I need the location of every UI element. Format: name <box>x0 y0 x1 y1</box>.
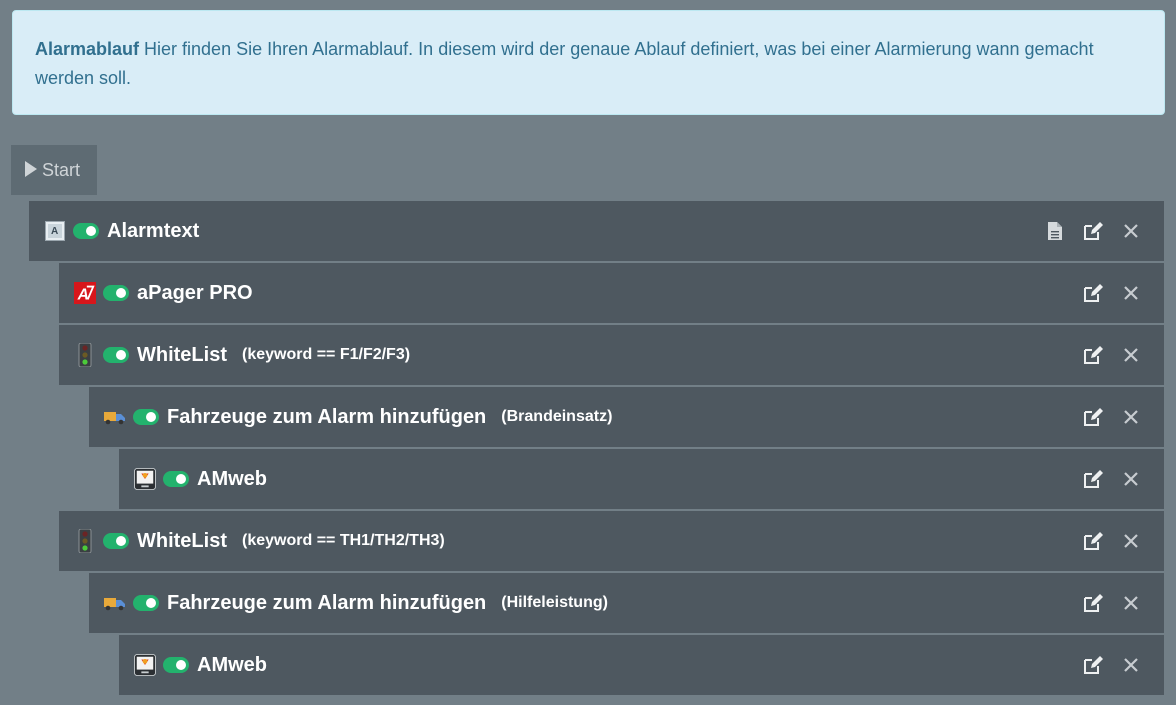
flow-row-apager[interactable]: A aPager PRO <box>59 263 1164 323</box>
enabled-toggle[interactable] <box>163 657 189 673</box>
document-icon[interactable] <box>1044 220 1066 242</box>
start-label: Start <box>42 160 81 180</box>
edit-icon[interactable] <box>1082 282 1104 304</box>
close-icon[interactable] <box>1120 592 1142 614</box>
close-icon[interactable] <box>1120 530 1142 552</box>
traffic-light-icon <box>74 529 96 553</box>
row-title: AMweb <box>197 653 267 676</box>
flow-row-vehicles[interactable]: Fahrzeuge zum Alarm hinzufügen (Hilfelei… <box>89 573 1164 633</box>
row-title: WhiteList <box>137 343 227 366</box>
flow-row-amweb[interactable]: AMweb <box>119 449 1164 509</box>
traffic-light-icon <box>74 343 96 367</box>
row-condition: (Hilfeleistung) <box>501 594 608 611</box>
row-title: Fahrzeuge zum Alarm hinzufügen <box>167 405 487 428</box>
enabled-toggle[interactable] <box>163 471 189 487</box>
row-condition: (keyword == F1/F2/F3) <box>242 346 411 363</box>
close-icon[interactable] <box>1120 344 1142 366</box>
close-icon[interactable] <box>1120 654 1142 676</box>
truck-icon <box>104 592 126 614</box>
enabled-toggle[interactable] <box>103 347 129 363</box>
row-title: aPager PRO <box>137 281 253 304</box>
info-alert: Alarmablauf Hier finden Sie Ihren Alarma… <box>12 10 1165 115</box>
row-title: AMweb <box>197 467 267 490</box>
close-icon[interactable] <box>1120 468 1142 490</box>
flow-row-vehicles[interactable]: Fahrzeuge zum Alarm hinzufügen (Brandein… <box>89 387 1164 447</box>
svg-text:A: A <box>77 286 89 303</box>
row-condition: (Brandeinsatz) <box>501 408 613 425</box>
enabled-toggle[interactable] <box>103 533 129 549</box>
flow-row-whitelist[interactable]: WhiteList (keyword == F1/F2/F3) <box>59 325 1164 385</box>
close-icon[interactable] <box>1120 406 1142 428</box>
close-icon[interactable] <box>1120 220 1142 242</box>
edit-icon[interactable] <box>1082 220 1104 242</box>
enabled-toggle[interactable] <box>73 223 99 239</box>
edit-icon[interactable] <box>1082 654 1104 676</box>
info-text: Hier finden Sie Ihren Alarmablauf. In di… <box>35 39 1094 88</box>
amweb-icon <box>134 654 156 676</box>
edit-icon[interactable] <box>1082 468 1104 490</box>
enabled-toggle[interactable] <box>103 285 129 301</box>
flow-row-alarmtext[interactable]: A Alarmtext <box>29 201 1164 261</box>
amweb-icon <box>134 468 156 490</box>
info-heading: Alarmablauf <box>35 39 140 59</box>
apager-icon: A <box>74 282 96 304</box>
row-condition: (keyword == TH1/TH2/TH3) <box>242 532 445 549</box>
row-title: WhiteList <box>137 529 227 552</box>
edit-icon[interactable] <box>1082 592 1104 614</box>
edit-icon[interactable] <box>1082 344 1104 366</box>
edit-icon[interactable] <box>1082 530 1104 552</box>
svg-text:A: A <box>51 226 58 237</box>
alarmtext-icon: A <box>44 220 66 242</box>
truck-icon <box>104 406 126 428</box>
start-button[interactable]: Start <box>11 145 97 195</box>
edit-icon[interactable] <box>1082 406 1104 428</box>
flow-row-amweb[interactable]: AMweb <box>119 635 1164 695</box>
close-icon[interactable] <box>1120 282 1142 304</box>
row-title: Alarmtext <box>107 219 200 242</box>
play-icon <box>25 161 37 177</box>
flow-row-whitelist[interactable]: WhiteList (keyword == TH1/TH2/TH3) <box>59 511 1164 571</box>
enabled-toggle[interactable] <box>133 595 159 611</box>
enabled-toggle[interactable] <box>133 409 159 425</box>
row-title: Fahrzeuge zum Alarm hinzufügen <box>167 591 487 614</box>
